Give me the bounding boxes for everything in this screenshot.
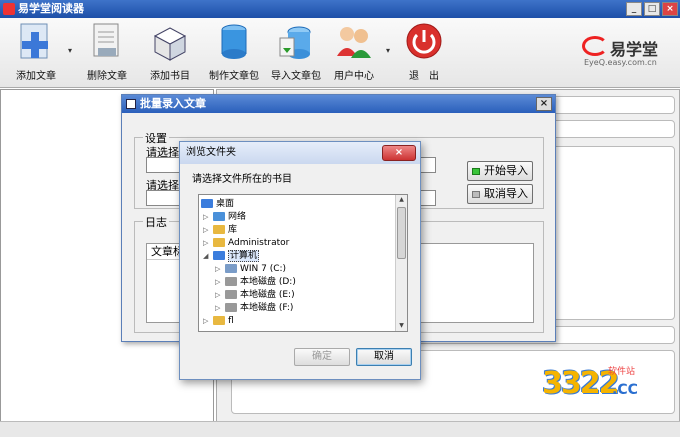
user-center-button[interactable]: 用户中心	[324, 22, 384, 82]
delete-article-label: 删除文章	[87, 71, 127, 82]
add-book-icon	[151, 22, 189, 62]
power-icon	[405, 22, 443, 62]
network-icon	[213, 212, 225, 221]
batch-dialog-close-button[interactable]: ×	[536, 97, 552, 111]
library-icon	[213, 225, 225, 234]
status-bar	[0, 421, 680, 437]
scroll-up-icon[interactable]: ▲	[396, 195, 407, 205]
logo-brand: 易学堂	[610, 40, 659, 59]
add-book-label: 添加书目	[150, 71, 190, 82]
drive-icon	[225, 290, 237, 299]
scroll-down-icon[interactable]: ▼	[396, 321, 407, 331]
add-article-dropdown-icon[interactable]: ▾	[68, 46, 72, 55]
start-import-button[interactable]: 开始导入	[467, 161, 533, 181]
import-package-icon	[277, 22, 315, 62]
add-article-label: 添加文章	[16, 71, 56, 82]
watermark-suffix: .CC	[612, 382, 638, 398]
exit-label: 退 出	[409, 71, 439, 82]
expand-icon[interactable]: ▷	[215, 289, 225, 302]
dialog-icon	[126, 99, 136, 109]
user-folder-icon	[213, 238, 225, 247]
browse-dialog-titlebar: 浏览文件夹 ×	[180, 142, 420, 164]
folder-tree[interactable]: 桌面 ▷ 网络 ▷ 库 ▷ Administrator ◢ 计算机 ▷ WIN 7 (C:…	[198, 194, 408, 332]
logo-mark-icon	[582, 36, 608, 56]
maximize-button[interactable]: □	[644, 2, 660, 16]
browse-dialog-close-button[interactable]: ×	[382, 145, 416, 161]
tree-item-network[interactable]: ▷ 网络	[203, 211, 246, 224]
import-package-label: 导入文章包	[271, 71, 321, 82]
start-import-label: 开始导入	[484, 164, 528, 177]
window-controls: _ □ ×	[626, 2, 678, 16]
make-package-button[interactable]: 制作文章包	[204, 22, 264, 82]
cancel-import-button[interactable]: 取消导入	[467, 184, 533, 204]
drive-icon	[225, 303, 237, 312]
cancel-import-label: 取消导入	[484, 187, 528, 200]
cancel-led-icon	[472, 190, 480, 198]
exit-button[interactable]: 退 出	[394, 22, 454, 82]
batch-dialog-title: 批量录入文章	[140, 97, 206, 110]
expand-icon[interactable]: ▷	[203, 211, 213, 224]
add-article-button[interactable]: 添加文章	[6, 22, 66, 82]
tree-item-drive-c[interactable]: ▷ WIN 7 (C:)	[215, 263, 286, 276]
expand-icon[interactable]: ▷	[215, 263, 225, 276]
expand-icon[interactable]: ▷	[203, 224, 213, 237]
delete-article-icon	[88, 22, 126, 62]
browse-dialog-description: 请选择文件所在的书目	[192, 174, 292, 185]
site-watermark: 3322 软件站 .CC	[542, 362, 652, 408]
brand-logo: 易学堂 EyeQ.easy.com.cn	[582, 34, 672, 74]
app-title-bar: 易学堂阅读器 _ □ ×	[0, 0, 680, 18]
batch-dialog-titlebar: 批量录入文章 ×	[122, 95, 555, 113]
tree-item-administrator[interactable]: ▷ Administrator	[203, 237, 289, 250]
system-drive-icon	[225, 264, 237, 273]
minimize-button[interactable]: _	[626, 2, 642, 16]
expand-icon[interactable]: ▷	[203, 237, 213, 250]
scroll-thumb[interactable]	[397, 207, 406, 259]
expand-icon[interactable]: ▷	[203, 315, 213, 328]
tree-item-library[interactable]: ▷ 库	[203, 224, 237, 237]
expand-icon[interactable]: ▷	[215, 302, 225, 315]
tree-item-computer[interactable]: ◢ 计算机	[203, 250, 260, 263]
watermark-number: 3322	[542, 366, 619, 401]
delete-article-button[interactable]: 删除文章	[77, 22, 137, 82]
browse-cancel-button[interactable]: 取消	[356, 348, 412, 366]
import-package-button[interactable]: 导入文章包	[266, 22, 326, 82]
tree-item-fl[interactable]: ▷ fl	[203, 315, 234, 328]
desktop-icon	[201, 199, 213, 208]
tree-item-drive-d[interactable]: ▷ 本地磁盘 (D:)	[215, 276, 296, 289]
logo-subtitle: EyeQ.easy.com.cn	[584, 58, 657, 67]
user-center-dropdown-icon[interactable]: ▾	[386, 46, 390, 55]
log-group-title: 日志	[143, 214, 169, 230]
tree-item-drive-f[interactable]: ▷ 本地磁盘 (F:)	[215, 302, 293, 315]
user-center-icon	[335, 22, 373, 62]
browse-folder-dialog: 浏览文件夹 × 请选择文件所在的书目 桌面 ▷ 网络 ▷ 库 ▷ Administra…	[179, 141, 421, 380]
start-led-icon	[472, 167, 480, 175]
close-button[interactable]: ×	[662, 2, 678, 16]
folder-icon	[213, 316, 225, 325]
user-center-label: 用户中心	[334, 71, 374, 82]
tree-scrollbar[interactable]: ▲ ▼	[395, 195, 407, 331]
app-icon	[3, 3, 15, 15]
make-package-icon	[215, 22, 253, 62]
computer-icon	[213, 251, 225, 260]
make-package-label: 制作文章包	[209, 71, 259, 82]
watermark-tag: 软件站	[608, 367, 636, 377]
expand-icon[interactable]: ▷	[215, 276, 225, 289]
tree-item-drive-e[interactable]: ▷ 本地磁盘 (E:)	[215, 289, 295, 302]
drive-icon	[225, 277, 237, 286]
add-book-button[interactable]: 添加书目	[140, 22, 200, 82]
toolbar: 添加文章 ▾ 删除文章 添加书目 制作文章包 导入文章包 用户中心 ▾ 退 出 …	[0, 18, 680, 88]
app-title: 易学堂阅读器	[18, 2, 84, 15]
tree-item-desktop[interactable]: 桌面	[201, 198, 234, 211]
collapse-icon[interactable]: ◢	[203, 250, 213, 263]
add-article-icon	[17, 22, 55, 62]
browse-dialog-title: 浏览文件夹	[186, 147, 236, 158]
ok-button[interactable]: 确定	[294, 348, 350, 366]
